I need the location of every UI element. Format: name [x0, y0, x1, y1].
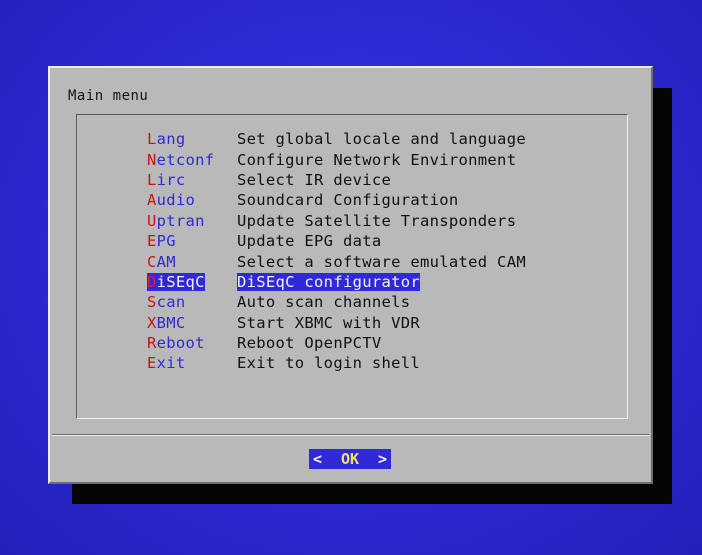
- button-separator: [52, 434, 649, 436]
- menu-tag: XBMC: [147, 314, 237, 332]
- menu-tag-rest: udio: [156, 191, 196, 210]
- menu-tag: Uptran: [147, 212, 237, 230]
- menu-description: Select a software emulated CAM: [237, 252, 526, 271]
- menu-tag-rest: PG: [156, 232, 176, 251]
- menu-list: Lang Set global locale and language Netcon…: [147, 129, 526, 374]
- menu-tag-text: Lang: [147, 130, 186, 148]
- menu-item-epg[interactable]: EPG Update EPG data: [147, 231, 526, 251]
- menu-hotkey: R: [147, 334, 157, 353]
- menu-tag-rest: eboot: [156, 334, 205, 353]
- menu-tag: Audio: [147, 191, 237, 209]
- menu-tag-text: CAM: [147, 253, 176, 271]
- menu-item-xbmc[interactable]: XBMC Start XBMC with VDR: [147, 313, 526, 333]
- menu-tag-text: Reboot: [147, 334, 205, 352]
- menu-hotkey: E: [147, 354, 157, 373]
- menu-description: Reboot OpenPCTV: [237, 334, 382, 353]
- menu-hotkey: C: [147, 252, 157, 271]
- menu-tag-text: XBMC: [147, 314, 186, 332]
- menu-item-scan[interactable]: Scan Auto scan channels: [147, 292, 526, 312]
- menu-tag-text: Uptran: [147, 212, 205, 230]
- menu-description: Select IR device: [237, 170, 392, 189]
- menu-item-reboot[interactable]: Reboot Reboot OpenPCTV: [147, 333, 526, 353]
- menu-description: Update Satellite Transponders: [237, 211, 517, 230]
- menu-tag: CAM: [147, 253, 237, 271]
- menu-item-audio[interactable]: Audio Soundcard Configuration: [147, 190, 526, 210]
- menu-hotkey: U: [147, 211, 157, 230]
- menu-hotkey: S: [147, 293, 157, 312]
- dialog-title: Main menu: [68, 88, 149, 104]
- menu-tag: Netconf: [147, 151, 237, 169]
- menu-hotkey: L: [147, 130, 157, 149]
- menu-item-uptran[interactable]: Uptran Update Satellite Transponders: [147, 211, 526, 231]
- menu-item-diseqc[interactable]: DiSEqC DiSEqC configurator: [147, 272, 526, 292]
- menu-tag-rest: iSEqC: [156, 272, 205, 291]
- menu-tag: Lang: [147, 130, 237, 148]
- menu-tag-text: Exit: [147, 354, 186, 372]
- menu-hotkey: D: [147, 272, 157, 291]
- menu-tag: Scan: [147, 293, 237, 311]
- menu-item-exit[interactable]: Exit Exit to login shell: [147, 353, 526, 373]
- menu-description: Soundcard Configuration: [237, 191, 459, 210]
- menu-tag: DiSEqC: [147, 272, 237, 291]
- menu-description: Configure Network Environment: [237, 150, 517, 169]
- menu-tag-rest: etconf: [156, 150, 215, 169]
- menu-frame: Lang Set global locale and language Netcon…: [76, 114, 628, 419]
- menu-tag-text: Audio: [147, 191, 195, 209]
- ok-button[interactable]: < OK >: [309, 449, 391, 469]
- main-menu-dialog: Main menu Lang Set global locale and lang…: [48, 66, 653, 484]
- menu-tag-text: Netconf: [147, 151, 214, 169]
- menu-item-netconf[interactable]: Netconf Configure Network Environment: [147, 149, 526, 169]
- menu-tag-text: Scan: [147, 293, 186, 311]
- menu-tag-rest: irc: [156, 170, 186, 189]
- menu-tag-rest: xit: [156, 354, 186, 373]
- menu-tag: EPG: [147, 232, 237, 250]
- menu-description: Start XBMC with VDR: [237, 313, 421, 332]
- menu-description: Set global locale and language: [237, 130, 526, 149]
- menu-item-lirc[interactable]: Lirc Select IR device: [147, 170, 526, 190]
- menu-tag-rest: ptran: [156, 211, 205, 230]
- menu-hotkey: E: [147, 232, 157, 251]
- menu-tag-rest: BMC: [156, 313, 186, 332]
- menu-tag: Lirc: [147, 171, 237, 189]
- menu-hotkey: X: [147, 313, 157, 332]
- menu-description: DiSEqC configurator: [237, 272, 421, 291]
- menu-item-lang[interactable]: Lang Set global locale and language: [147, 129, 526, 149]
- menu-item-cam[interactable]: CAM Select a software emulated CAM: [147, 251, 526, 271]
- menu-description: Exit to login shell: [237, 354, 421, 373]
- menu-tag-rest: can: [156, 293, 186, 312]
- menu-tag-text: DiSEqC: [147, 272, 205, 291]
- ok-right-arrow: >: [377, 450, 387, 468]
- menu-tag-text: Lirc: [147, 171, 186, 189]
- menu-tag-rest: AM: [156, 252, 176, 271]
- ok-label: OK: [340, 450, 360, 468]
- menu-description: Update EPG data: [237, 232, 382, 251]
- menu-tag-rest: ang: [156, 130, 186, 149]
- ok-left-arrow: <: [313, 450, 323, 468]
- tty-screen: Main menu Lang Set global locale and lang…: [0, 0, 702, 555]
- menu-tag: Exit: [147, 354, 237, 372]
- menu-hotkey: A: [147, 191, 157, 210]
- menu-tag-text: EPG: [147, 232, 176, 250]
- menu-hotkey: L: [147, 170, 157, 189]
- menu-tag: Reboot: [147, 334, 237, 352]
- menu-description: Auto scan channels: [237, 293, 411, 312]
- menu-hotkey: N: [147, 150, 157, 169]
